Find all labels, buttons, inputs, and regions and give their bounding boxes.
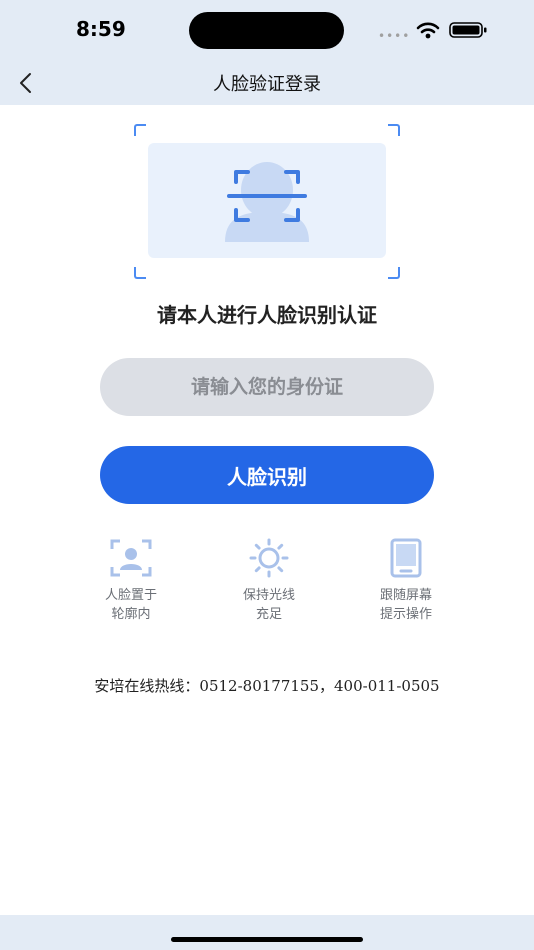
tip-label: 提示操作: [379, 607, 432, 622]
tip-label: 充足: [255, 607, 282, 622]
scan-corner: [134, 267, 146, 279]
page-title: 人脸验证登录: [213, 74, 321, 95]
face-scan-box: [148, 143, 386, 258]
scan-corner: [388, 124, 400, 136]
tip-label: 保持光线: [242, 588, 295, 603]
face-scan-area: [134, 124, 400, 279]
tip-label: 跟随屏幕: [379, 588, 432, 603]
battery-icon: [449, 22, 487, 38]
home-indicator[interactable]: [171, 937, 363, 942]
portrait-frame-icon: [110, 539, 152, 577]
scan-corner: [388, 267, 400, 279]
face-auth-prompt: 请本人进行人脸识别认证: [157, 303, 377, 327]
signal-icon: ••••: [378, 29, 411, 43]
face-recognition-button[interactable]: 人脸识别: [100, 446, 434, 504]
tip-label: 轮廓内: [111, 607, 151, 622]
phone-icon: [390, 538, 422, 578]
dynamic-island: [189, 12, 344, 49]
bottom-bar: [0, 915, 534, 950]
face-scan-icon: [225, 162, 309, 242]
tip-follow-screen: 跟随屏幕 提示操作: [346, 538, 466, 624]
scan-corner: [134, 124, 146, 136]
tip-label: 人脸置于: [104, 588, 157, 603]
tip-face-in-outline: 人脸置于 轮廓内: [71, 538, 191, 624]
sun-icon: [249, 538, 289, 578]
wifi-icon: [416, 22, 440, 39]
face-recognition-button-label: 人脸识别: [227, 464, 307, 489]
id-card-input[interactable]: [100, 358, 434, 416]
status-time: 8:59: [76, 17, 126, 41]
hotline-text: 安培在线热线：0512-80177155，400-011-0505: [94, 677, 440, 695]
tip-lighting: 保持光线 充足: [209, 538, 329, 624]
